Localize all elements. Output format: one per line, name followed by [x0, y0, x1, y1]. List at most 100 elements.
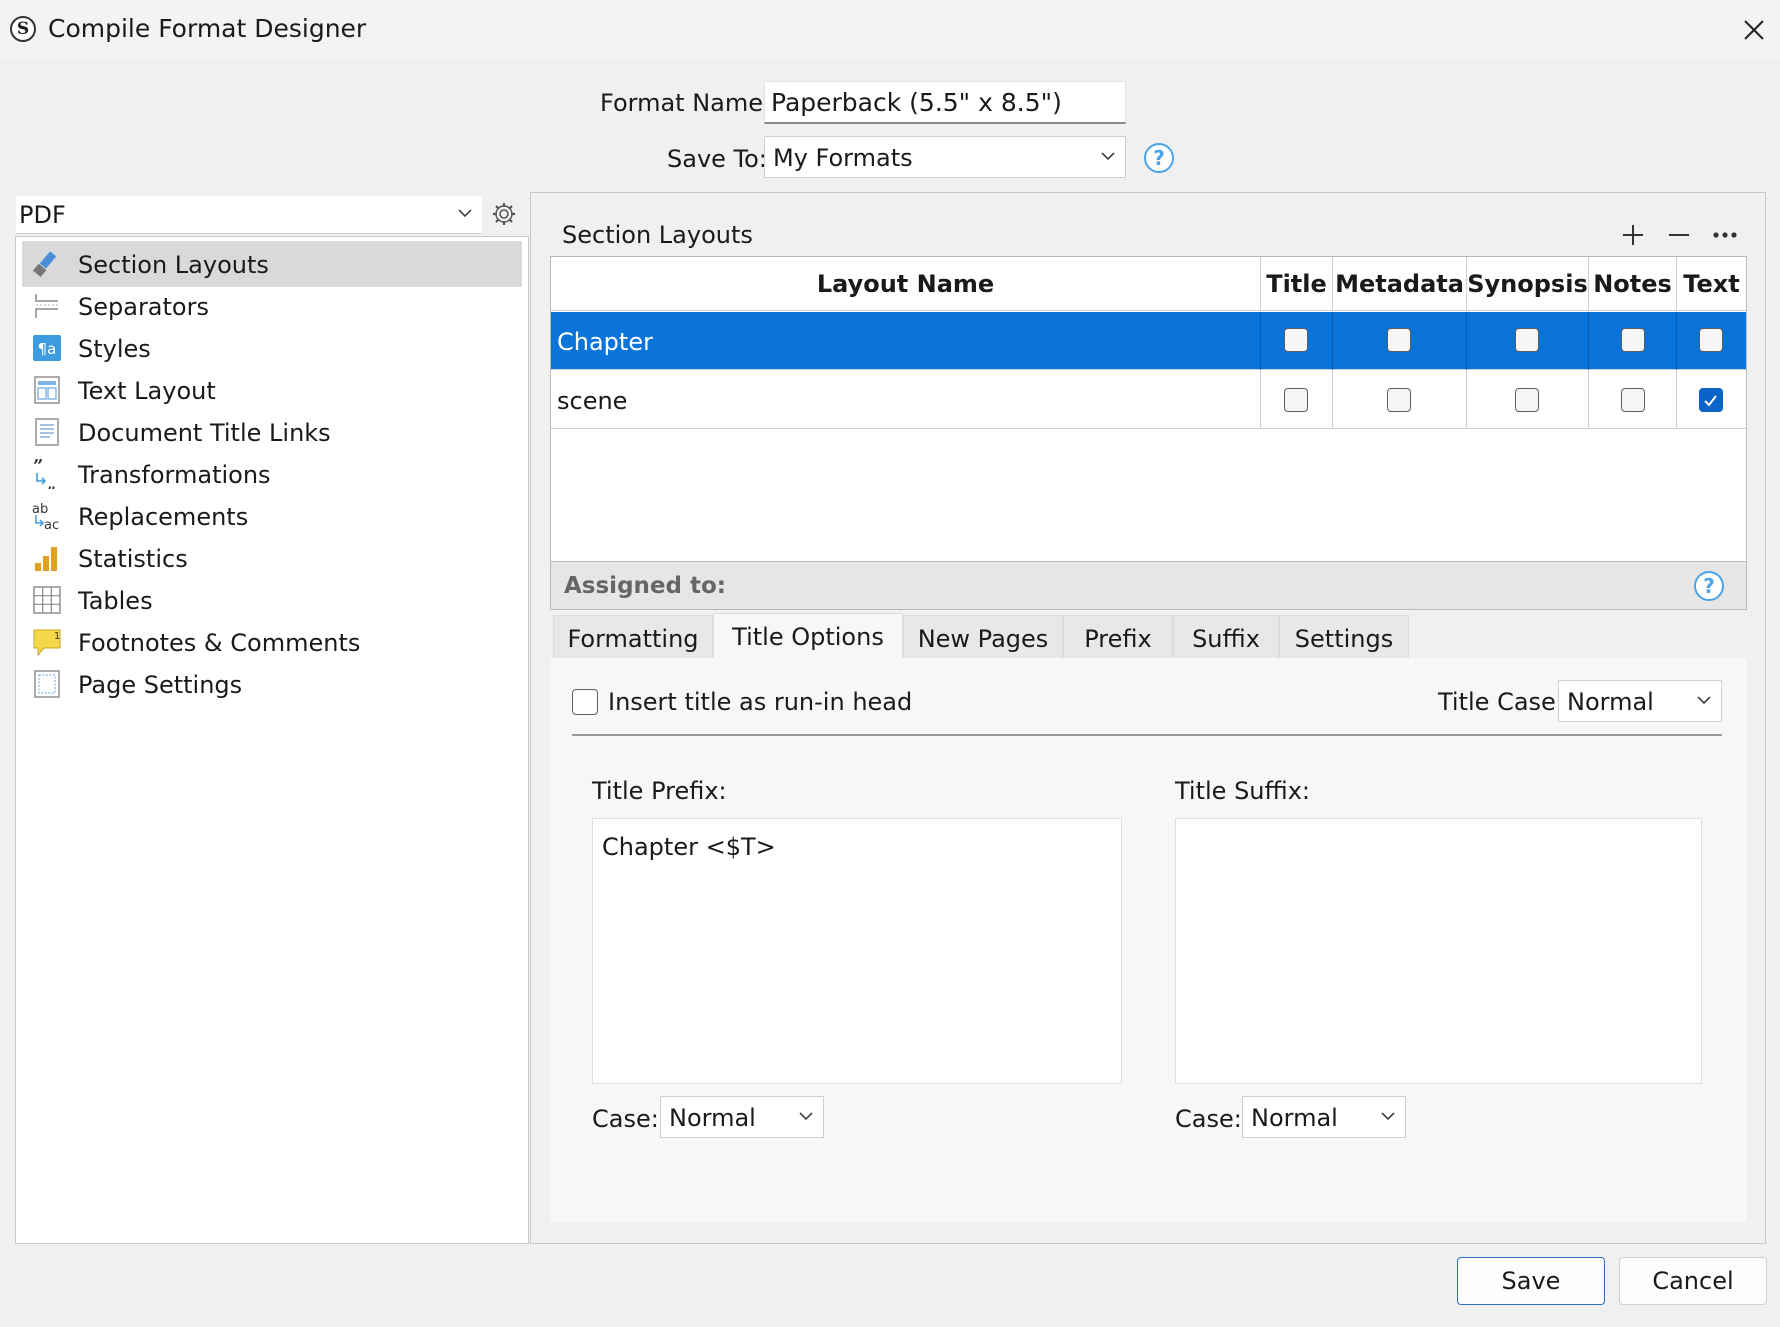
- sidebar-item-document-title-links[interactable]: Document Title Links: [22, 409, 522, 455]
- column-header-text[interactable]: Text: [1677, 257, 1746, 311]
- synopsis-checkbox[interactable]: [1515, 388, 1539, 412]
- minus-icon: [1669, 234, 1689, 236]
- divider: [572, 734, 1722, 736]
- title-case-select[interactable]: Normal: [1558, 680, 1722, 722]
- sidebar-item-separators[interactable]: Separators: [22, 283, 522, 329]
- column-header-synopsis[interactable]: Synopsis: [1467, 257, 1589, 311]
- sidebar-item-statistics[interactable]: Statistics: [22, 535, 522, 581]
- tab-formatting[interactable]: Formatting: [553, 615, 713, 659]
- sidebar-item-label: Footnotes & Comments: [78, 629, 361, 657]
- document-icon: [35, 418, 59, 446]
- table-row[interactable]: scene: [551, 371, 1746, 429]
- chevron-down-icon: [1381, 1112, 1395, 1121]
- gear-icon[interactable]: [491, 201, 517, 227]
- sidebar-item-label: Page Settings: [78, 671, 243, 699]
- sidebar-item-section-layouts[interactable]: Section Layouts: [22, 241, 522, 287]
- prefix-case-select[interactable]: Normal: [660, 1096, 824, 1138]
- column-header-title[interactable]: Title: [1261, 257, 1333, 311]
- sidebar-item-label: Statistics: [78, 545, 188, 573]
- more-options-button[interactable]: [1710, 222, 1740, 248]
- text-checkbox[interactable]: [1699, 388, 1723, 412]
- svg-text:¶a: ¶a: [38, 340, 57, 358]
- title-suffix-label: Title Suffix:: [1175, 777, 1310, 805]
- svg-text:1: 1: [54, 631, 60, 642]
- metadata-checkbox[interactable]: [1387, 328, 1411, 352]
- sidebar-item-label: Replacements: [78, 503, 249, 531]
- plus-icon: [1623, 225, 1643, 245]
- runin-checkbox[interactable]: [572, 689, 598, 715]
- quotes-icon: ”„: [33, 459, 56, 489]
- output-format-value: PDF: [19, 201, 66, 229]
- tab-new-pages[interactable]: New Pages: [903, 615, 1063, 659]
- sidebar-item-label: Section Layouts: [78, 251, 269, 279]
- tab-settings[interactable]: Settings: [1279, 615, 1409, 659]
- suffix-case-label: Case:: [1175, 1105, 1242, 1133]
- close-icon: [1744, 20, 1764, 40]
- svg-text:ac: ac: [44, 518, 59, 531]
- sidebar-item-label: Tables: [78, 587, 153, 615]
- column-header-notes[interactable]: Notes: [1589, 257, 1677, 311]
- section-title: Section Layouts: [562, 221, 753, 249]
- notes-checkbox[interactable]: [1621, 388, 1645, 412]
- format-name-label: Format Name:: [600, 89, 772, 117]
- sidebar-item-label: Text Layout: [78, 377, 216, 405]
- sidebar-item-footnotes-comments[interactable]: 1 Footnotes & Comments: [22, 619, 522, 665]
- table-row[interactable]: Chapter: [551, 312, 1746, 370]
- runin-label: Insert title as run-in head: [608, 688, 913, 716]
- save-to-value: My Formats: [773, 144, 913, 172]
- column-header-metadata[interactable]: Metadata: [1333, 257, 1467, 311]
- suffix-case-value: Normal: [1251, 1104, 1338, 1132]
- assigned-to-label: Assigned to:: [564, 573, 726, 599]
- synopsis-checkbox[interactable]: [1515, 328, 1539, 352]
- separators-icon: [35, 294, 58, 318]
- text-checkbox[interactable]: [1699, 328, 1723, 352]
- close-button[interactable]: [1732, 8, 1776, 52]
- ellipsis-icon: [1713, 232, 1737, 238]
- sidebar-item-replacements[interactable]: ab ac Replacements: [22, 493, 522, 539]
- sidebar: Section Layouts Separators ¶a Styles Tex…: [15, 236, 529, 1244]
- column-header-layout-name[interactable]: Layout Name: [551, 257, 1261, 311]
- svg-text:?: ?: [1153, 146, 1165, 170]
- title-checkbox[interactable]: [1284, 328, 1308, 352]
- help-icon[interactable]: ?: [1143, 142, 1175, 174]
- title-checkbox[interactable]: [1284, 388, 1308, 412]
- chevron-down-icon: [458, 209, 472, 218]
- page-icon: [34, 670, 60, 698]
- prefix-case-label: Case:: [592, 1105, 659, 1133]
- text-layout-icon: [34, 376, 60, 404]
- prefix-case-value: Normal: [669, 1104, 756, 1132]
- notes-checkbox[interactable]: [1621, 328, 1645, 352]
- sidebar-item-styles[interactable]: ¶a Styles: [22, 325, 522, 371]
- add-layout-button[interactable]: [1620, 222, 1646, 248]
- sidebar-item-page-settings[interactable]: Page Settings: [22, 661, 522, 707]
- output-format-select[interactable]: PDF: [16, 196, 482, 234]
- save-button[interactable]: Save: [1457, 1257, 1605, 1305]
- chevron-down-icon: [1697, 696, 1711, 705]
- svg-text:”: ”: [33, 459, 43, 477]
- sidebar-item-text-layout[interactable]: Text Layout: [22, 367, 522, 413]
- tab-title-options[interactable]: Title Options: [713, 613, 903, 659]
- footnote-icon: 1: [33, 629, 61, 657]
- sidebar-item-transformations[interactable]: ” „ Transformations: [22, 451, 522, 497]
- window-title: Compile Format Designer: [48, 14, 367, 43]
- help-icon[interactable]: ?: [1693, 570, 1725, 602]
- metadata-checkbox[interactable]: [1387, 388, 1411, 412]
- save-to-label: Save To:: [667, 145, 767, 173]
- sidebar-item-label: Document Title Links: [78, 419, 331, 447]
- remove-layout-button[interactable]: [1666, 222, 1692, 248]
- suffix-case-select[interactable]: Normal: [1242, 1096, 1406, 1138]
- tab-suffix[interactable]: Suffix: [1173, 615, 1279, 659]
- title-prefix-label: Title Prefix:: [592, 777, 727, 805]
- save-to-select[interactable]: My Formats: [764, 136, 1126, 178]
- title-prefix-text: Chapter <$T>: [602, 833, 776, 861]
- svg-text:?: ?: [1703, 574, 1715, 598]
- svg-text:ab: ab: [32, 502, 48, 517]
- title-suffix-input[interactable]: [1175, 818, 1702, 1084]
- format-name-input[interactable]: [764, 81, 1126, 124]
- sidebar-item-label: Transformations: [78, 461, 271, 489]
- tab-prefix[interactable]: Prefix: [1063, 615, 1173, 659]
- cancel-button[interactable]: Cancel: [1619, 1257, 1767, 1305]
- checkmark-icon: [1704, 395, 1717, 407]
- sidebar-item-tables[interactable]: Tables: [22, 577, 522, 623]
- brush-icon: [32, 251, 56, 278]
